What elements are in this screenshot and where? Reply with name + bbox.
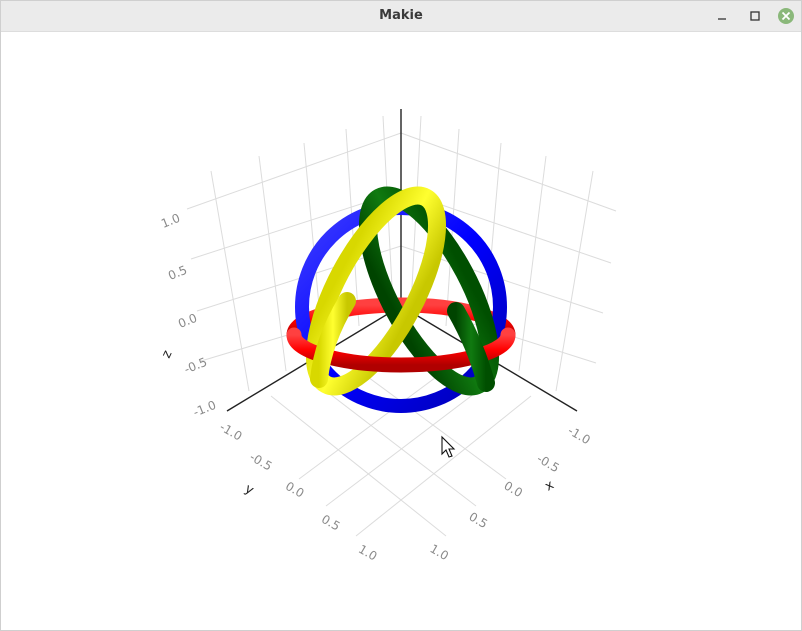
minimize-button[interactable] [713,7,731,25]
minimize-icon [718,18,726,20]
x-tick: 1.0 [428,541,452,563]
titlebar[interactable]: Makie [1,1,801,32]
z-tick: 0.0 [176,311,199,331]
x-axis-label: x [543,477,557,494]
close-button[interactable] [777,7,795,25]
y-tick: 0.5 [319,512,343,534]
z-tick: -1.0 [191,398,218,420]
y-tick: -1.0 [217,420,244,444]
x-tick: 0.5 [467,509,491,531]
mouse-pointer-icon [441,435,456,458]
z-tick: 1.0 [159,211,182,231]
z-tick-labels: 1.0 0.5 0.0 -0.5 -1.0 [159,211,218,420]
app-window: Makie 1.0 0.5 0.0 -0.5 -1.0 -1.0 -0.5 0.… [0,0,802,631]
x-tick: 0.0 [502,478,526,500]
plot-canvas[interactable]: 1.0 0.5 0.0 -0.5 -1.0 -1.0 -0.5 0.0 0.5 … [1,31,801,629]
window-title: Makie [379,8,423,23]
y-tick-labels: -1.0 -0.5 0.0 0.5 1.0 [217,420,379,564]
x-tick-labels: -1.0 -0.5 0.0 0.5 1.0 [428,423,593,563]
z-tick: -0.5 [182,355,209,377]
x-tick: -1.0 [566,423,593,447]
x-tick: -0.5 [535,451,562,475]
y-tick: 0.0 [283,479,307,501]
y-tick: 1.0 [356,542,380,564]
z-tick: 0.5 [166,263,189,283]
z-axis-label: z [159,348,176,361]
y-axis-label: y [242,481,256,498]
close-icon [778,8,794,24]
maximize-button[interactable] [746,7,764,25]
y-tick: -0.5 [247,450,274,474]
maximize-icon [750,11,760,21]
